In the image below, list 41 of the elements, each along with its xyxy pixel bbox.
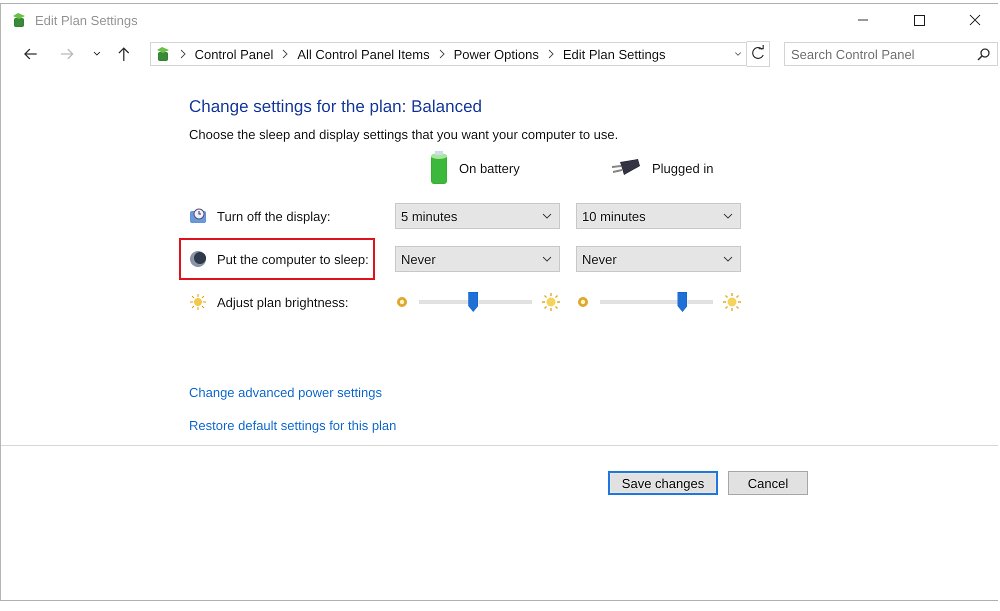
bright-sun-icon xyxy=(723,293,741,311)
breadcrumb[interactable]: Control Panel xyxy=(194,46,274,62)
dropdown[interactable]: Never xyxy=(395,246,560,272)
window-title: Edit Plan Settings xyxy=(35,12,138,28)
bright-sun-icon xyxy=(542,293,560,311)
column-label: Plugged in xyxy=(652,160,714,176)
dim-sun-icon xyxy=(395,295,409,309)
link[interactable]: Change advanced power settings xyxy=(189,385,382,400)
breadcrumb[interactable]: Power Options xyxy=(454,46,539,62)
setting-label: Adjust plan brightness: xyxy=(217,294,349,310)
chevron-icon xyxy=(546,48,555,60)
setting-label: Turn off the display: xyxy=(217,208,330,224)
column-label: On battery xyxy=(459,160,520,176)
monitor-clock-icon xyxy=(189,207,207,225)
plug-icon xyxy=(610,158,642,178)
chevron-icon xyxy=(178,48,187,60)
slider-thumb[interactable] xyxy=(468,292,478,312)
breadcrumb[interactable]: All Control Panel Items xyxy=(297,46,430,62)
action-button[interactable]: Cancel xyxy=(728,471,808,495)
setting-label: Put the computer to sleep: xyxy=(217,252,369,266)
link[interactable]: Restore default settings for this plan xyxy=(189,418,396,433)
battery-icon xyxy=(429,151,449,185)
sun-icon xyxy=(189,293,207,311)
control-panel-icon xyxy=(11,12,27,28)
search-icon[interactable] xyxy=(976,46,992,62)
dropdown[interactable]: 10 minutes xyxy=(576,203,741,229)
chevron-icon xyxy=(281,48,290,60)
page-heading: Change settings for the plan: Balanced xyxy=(189,97,483,117)
search-field[interactable]: Search Control Panel xyxy=(784,42,998,66)
description-text: Choose the sleep and display settings that you want your computer to use. xyxy=(189,127,620,142)
breadcrumb[interactable]: Edit Plan Settings xyxy=(562,46,666,62)
dropdown[interactable]: 5 minutes xyxy=(395,203,560,229)
slider-thumb[interactable] xyxy=(677,292,688,312)
moon-icon xyxy=(189,250,207,268)
control-panel-icon xyxy=(154,46,171,62)
dim-sun-icon xyxy=(576,295,590,309)
dropdown[interactable]: Never xyxy=(576,246,741,272)
address-bar[interactable]: Control Panel All Control Panel Items Power Options Edit Plan Settings xyxy=(150,42,748,66)
action-button[interactable]: Save changes xyxy=(608,471,718,495)
chevron-icon xyxy=(438,48,446,60)
refresh-button[interactable] xyxy=(747,41,770,67)
